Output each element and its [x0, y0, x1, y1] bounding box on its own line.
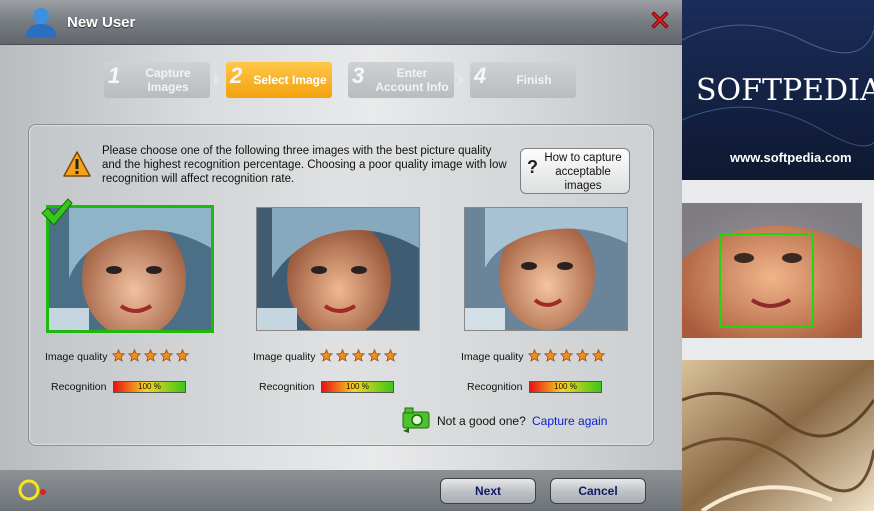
capture-again-link[interactable]: Capture again: [532, 414, 607, 428]
background-image: SOFTPEDIA www.softpedia.com: [682, 0, 874, 511]
user-icon: [26, 8, 56, 38]
step-select-image: 2 Select Image: [226, 62, 332, 98]
star-icon: [176, 349, 189, 362]
star-icon: [112, 349, 125, 362]
step-arrow-icon: [458, 74, 465, 86]
question-icon: ?: [527, 157, 538, 177]
star-icon: [128, 349, 141, 362]
image-quality-label: Image quality: [461, 351, 524, 363]
star-icon: [592, 349, 605, 362]
star-icon: [384, 349, 397, 362]
step-label: Enter Account Info: [375, 66, 449, 94]
star-icon: [528, 349, 541, 362]
step-label: Select Image: [253, 73, 327, 87]
step-arrow-icon: [214, 74, 221, 86]
close-icon[interactable]: [648, 8, 672, 32]
new-user-dialog: New User 1 Capture Images 2 Select Image…: [0, 0, 682, 511]
next-button[interactable]: Next: [440, 478, 536, 504]
recognition-bar-1: 100 %: [113, 381, 186, 393]
star-icon: [352, 349, 365, 362]
camera-icon[interactable]: [401, 407, 431, 433]
not-good-text: Not a good one?: [437, 414, 526, 428]
cancel-button[interactable]: Cancel: [550, 478, 646, 504]
instructions-text: Please choose one of the following three…: [102, 145, 507, 185]
star-icon: [144, 349, 157, 362]
how-to-capture-label: How to capture acceptable images: [544, 152, 622, 192]
recognition-label: Recognition: [51, 381, 107, 393]
step-number: 2: [230, 63, 243, 88]
recognition-bar-2: 100 %: [321, 381, 394, 393]
how-to-capture-button[interactable]: ? How to capture acceptable images: [520, 148, 630, 194]
step-enter-account-info: 3 Enter Account Info: [348, 62, 454, 98]
star-icon: [320, 349, 333, 362]
warning-icon: [63, 151, 91, 177]
checkmark-icon: [41, 198, 73, 226]
star-icon: [160, 349, 173, 362]
star-icon: [368, 349, 381, 362]
step-label: Capture Images: [145, 66, 191, 94]
step-arrow-icon: [336, 74, 343, 86]
star-icon: [544, 349, 557, 362]
step-finish: 4 Finish: [470, 62, 576, 98]
star-icon: [336, 349, 349, 362]
softpedia-url: www.softpedia.com: [729, 150, 852, 165]
title-bar: New User: [0, 0, 682, 45]
recognition-label: Recognition: [259, 381, 315, 393]
recognition-label: Recognition: [467, 381, 523, 393]
dialog-title: New User: [67, 14, 136, 31]
step-label: Finish: [516, 73, 552, 87]
app-logo-icon: [18, 479, 46, 501]
star-icon: [560, 349, 573, 362]
softpedia-brand: SOFTPEDIA: [696, 73, 874, 108]
step-capture-images: 1 Capture Images: [104, 62, 210, 98]
image-quality-label: Image quality: [45, 351, 108, 363]
candidate-image-2[interactable]: [256, 207, 420, 331]
recognition-bar-3: 100 %: [529, 381, 602, 393]
image-quality-label: Image quality: [253, 351, 316, 363]
step-number: 3: [352, 63, 365, 88]
step-number: 4: [474, 63, 487, 88]
quality-stars-2: [320, 349, 397, 363]
quality-stars-1: [112, 349, 189, 363]
star-icon: [576, 349, 589, 362]
quality-stars-3: [528, 349, 605, 363]
step-number: 1: [108, 63, 121, 88]
candidate-image-3[interactable]: [464, 207, 628, 331]
